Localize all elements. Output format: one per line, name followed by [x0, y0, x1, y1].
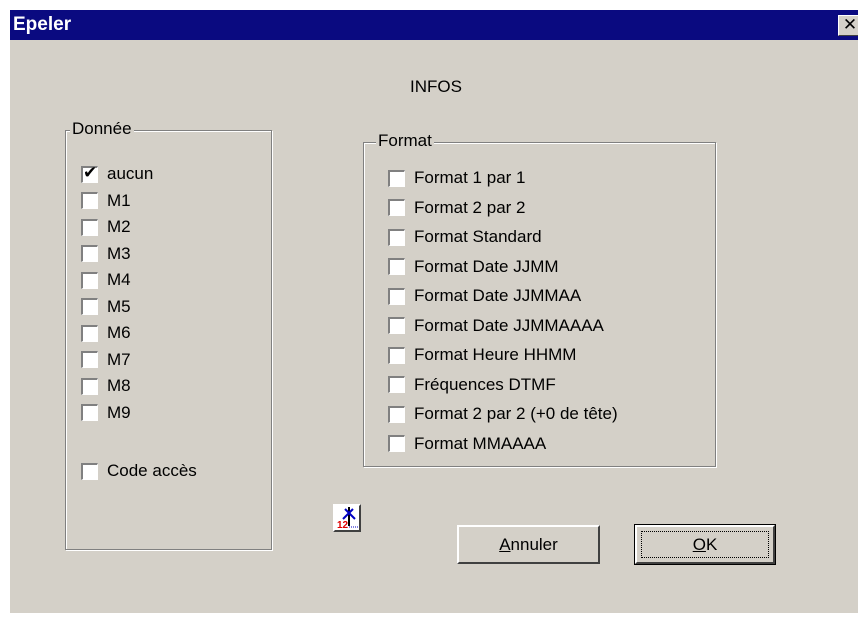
checkbox-label: aucun	[107, 164, 154, 183]
checkbox-box[interactable]	[81, 462, 98, 480]
checkbox-box[interactable]	[388, 405, 405, 423]
info-label: INFOS	[410, 77, 462, 96]
donnee-checkbox-m2[interactable]: M2	[81, 217, 131, 237]
donnee-checkbox-m3[interactable]: M3	[81, 244, 131, 264]
checkbox-box[interactable]	[388, 317, 405, 334]
donnee-checkbox-m9[interactable]: M9	[81, 403, 131, 423]
checkbox-box[interactable]: ✔	[81, 162, 98, 183]
check-icon: ✔	[83, 162, 98, 182]
checkbox-label: Format Date JJMM	[414, 256, 559, 276]
format-checkbox-2[interactable]: Format 2 par 2	[388, 198, 526, 218]
checkbox-box[interactable]	[81, 192, 98, 209]
ok-button[interactable]: OK	[634, 524, 776, 565]
donnee-checkbox-aucun[interactable]: ✔ aucun	[81, 162, 154, 184]
numbers-edit-icon-glyph: 12	[337, 520, 349, 530]
checkbox-box[interactable]	[81, 271, 98, 289]
donnee-checkbox-m5[interactable]: M5	[81, 297, 131, 317]
numbers-edit-icon-button[interactable]: 12	[333, 504, 361, 532]
checkbox-label: Format 1 par 1	[414, 168, 526, 187]
checkbox-box[interactable]	[81, 218, 98, 236]
donnee-legend: Donnée	[70, 119, 134, 139]
format-checkbox-8[interactable]: Fréquences DTMF	[388, 375, 556, 395]
title-bar[interactable]: Epeler ✕	[10, 10, 858, 40]
checkbox-label: M3	[107, 243, 131, 263]
checkbox-box[interactable]	[388, 376, 405, 393]
checkbox-box[interactable]	[81, 351, 98, 368]
format-checkbox-10[interactable]: Format MMAAAA	[388, 434, 546, 454]
format-group: Format Format 1 par 1 Format 2 par 2 Forma…	[363, 131, 716, 467]
checkbox-label: Format Heure HHMM	[414, 345, 577, 364]
cancel-label-rest: nnuler	[510, 535, 558, 554]
checkbox-box[interactable]	[81, 245, 98, 262]
code-acces-checkbox[interactable]: Code accès	[81, 461, 197, 481]
format-checkbox-9[interactable]: Format 2 par 2 (+0 de tête)	[388, 404, 618, 424]
donnee-checkbox-m6[interactable]: M6	[81, 323, 131, 343]
format-checkbox-6[interactable]: Format Date JJMMAAAA	[388, 316, 604, 336]
checkbox-label: M4	[107, 270, 131, 289]
checkbox-label: Format Standard	[414, 227, 542, 246]
checkbox-box[interactable]	[388, 435, 405, 452]
checkbox-box[interactable]	[388, 287, 405, 305]
checkbox-label: Format MMAAAA	[414, 433, 547, 453]
checkbox-label: Fréquences DTMF	[414, 374, 556, 394]
checkbox-label: Format 2 par 2	[414, 197, 526, 217]
close-icon: ✕	[842, 15, 858, 34]
checkbox-label: M6	[107, 323, 131, 342]
checkbox-label: Format Date JJMMAAAA	[414, 315, 604, 335]
ok-focus-rect	[641, 531, 769, 558]
checkbox-label: Code accès	[107, 461, 197, 480]
donnee-checkbox-m7[interactable]: M7	[81, 350, 131, 370]
format-checkbox-4[interactable]: Format Date JJMM	[388, 257, 559, 277]
cancel-button[interactable]: Annuler	[457, 525, 600, 564]
checkbox-label: M8	[107, 376, 131, 395]
checkbox-box[interactable]	[388, 258, 405, 275]
checkbox-label: M2	[107, 217, 131, 236]
checkbox-label: M7	[107, 349, 131, 369]
format-checkbox-1[interactable]: Format 1 par 1	[388, 168, 526, 188]
checkbox-box[interactable]	[388, 199, 405, 216]
checkbox-label: M5	[107, 296, 131, 316]
window-title: Epeler	[13, 14, 72, 35]
checkbox-box[interactable]	[81, 404, 98, 421]
donnee-checkbox-m4[interactable]: M4	[81, 270, 131, 290]
checkbox-label: M9	[107, 402, 131, 422]
checkbox-box[interactable]	[388, 346, 405, 364]
close-button[interactable]: ✕	[838, 15, 858, 36]
format-checkbox-3[interactable]: Format Standard	[388, 227, 542, 247]
dialog-window: Epeler ✕ INFOS Donnée ✔ aucun M1 M2 M3 M4 M5 M6…	[10, 10, 858, 613]
format-checkbox-7[interactable]: Format Heure HHMM	[388, 345, 576, 365]
checkbox-box[interactable]	[81, 377, 98, 395]
checkbox-label: Format 2 par 2 (+0 de tête)	[414, 404, 618, 423]
donnee-group: Donnée ✔ aucun M1 M2 M3 M4 M5 M6 M7 M8 M9 Code accè…	[65, 119, 272, 550]
checkbox-label: M1	[107, 190, 131, 210]
numbers-edit-icon: 12	[335, 506, 359, 530]
checkbox-box[interactable]	[388, 169, 405, 187]
format-checkbox-5[interactable]: Format Date JJMMAA	[388, 286, 581, 306]
checkbox-box[interactable]	[81, 324, 98, 342]
donnee-checkbox-m8[interactable]: M8	[81, 376, 131, 396]
checkbox-label: Format Date JJMMAA	[414, 286, 582, 305]
checkbox-box[interactable]	[388, 228, 405, 246]
donnee-checkbox-m1[interactable]: M1	[81, 191, 131, 211]
checkbox-box[interactable]	[81, 298, 98, 315]
format-legend: Format	[376, 131, 434, 151]
cancel-mnemonic: A	[499, 535, 511, 554]
